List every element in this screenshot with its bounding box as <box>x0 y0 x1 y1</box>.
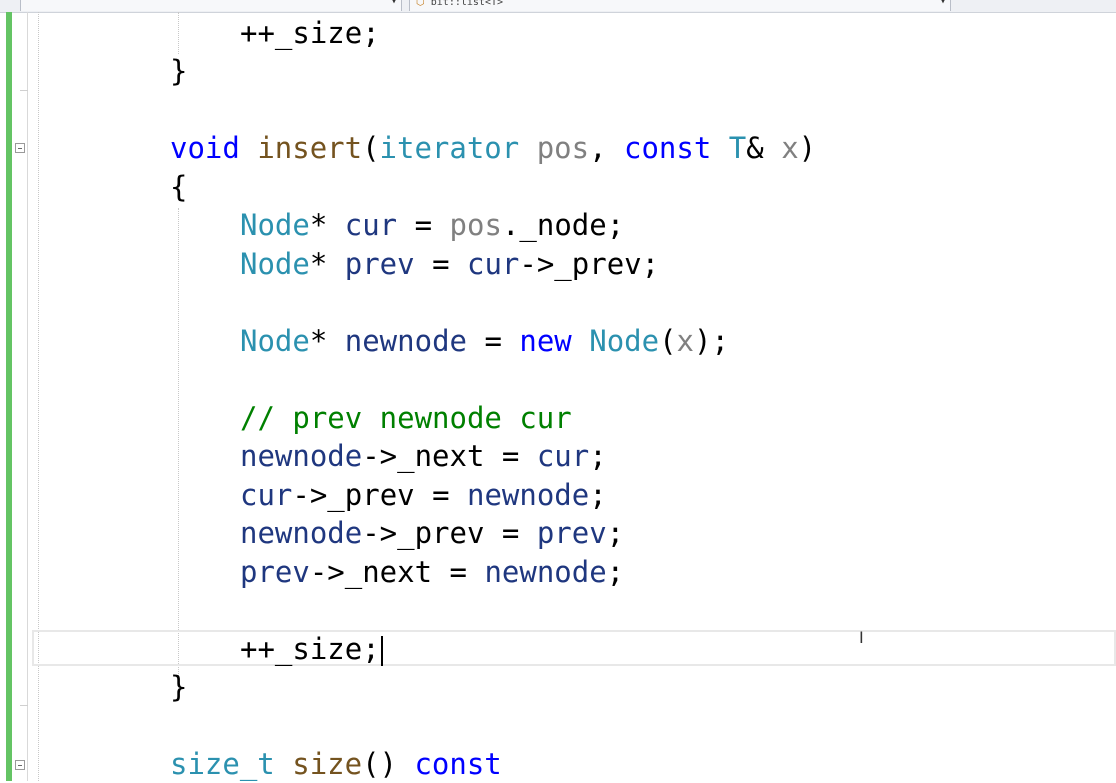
code-line[interactable]: Node* cur = pos._node; <box>240 206 624 244</box>
code-token: & <box>746 131 782 165</box>
chevron-down-icon: ▾ <box>939 0 946 7</box>
code-token: () <box>362 747 415 781</box>
code-token: newnode <box>240 439 363 473</box>
code-token: = <box>397 208 450 242</box>
code-token: x <box>781 131 799 165</box>
code-token: ; <box>589 439 607 473</box>
code-token: ++_size; <box>240 632 380 666</box>
code-line[interactable]: } <box>170 668 187 706</box>
code-token: ; <box>589 478 607 512</box>
code-token: } <box>170 670 188 704</box>
code-line[interactable]: size_t size() const <box>170 745 502 783</box>
code-token: ._node; <box>501 208 625 242</box>
code-line[interactable]: Node* prev = cur->_prev; <box>240 245 659 283</box>
navigation-bar: ▾ ⬡ bit::list<T> ▾ <box>0 0 1116 13</box>
fold-toggle-icon[interactable] <box>15 760 25 770</box>
code-token: * <box>309 247 345 281</box>
indent-guide <box>178 12 179 54</box>
code-token: T <box>728 131 747 165</box>
code-token: cur <box>467 247 520 281</box>
fold-end-marker <box>20 705 28 706</box>
code-token: Node <box>589 324 660 358</box>
code-token: insert <box>257 131 363 165</box>
code-token: prev <box>536 516 607 550</box>
code-token: const <box>624 131 712 165</box>
code-token: cur <box>240 478 293 512</box>
code-line[interactable]: ++_size; <box>240 630 383 668</box>
code-line[interactable]: { <box>170 168 187 206</box>
code-token: newnode <box>344 324 467 358</box>
code-token: void <box>170 131 240 165</box>
code-line[interactable]: cur->_prev = newnode; <box>240 476 607 514</box>
code-token: cur <box>344 208 398 242</box>
text-ibeam-icon: I <box>859 628 864 647</box>
code-token: ->_prev = <box>362 516 537 550</box>
current-line-highlight <box>32 630 1116 666</box>
code-token: const <box>414 747 502 781</box>
class-icon: ⬡ <box>416 0 425 8</box>
scope-dropdown[interactable]: ⬡ bit::list<T> ▾ <box>409 0 951 11</box>
code-token: prev <box>240 555 310 589</box>
code-token: Node <box>240 208 310 242</box>
code-line[interactable]: prev->_next = newnode; <box>240 553 624 591</box>
code-token: = <box>414 247 467 281</box>
code-token: ; <box>606 555 625 589</box>
code-token: cur <box>536 439 590 473</box>
code-token: newnode <box>240 516 363 550</box>
code-token: size_t <box>170 747 275 781</box>
code-token: ( <box>362 131 380 165</box>
code-token: size <box>292 747 363 781</box>
code-token: , <box>589 131 625 165</box>
code-token: ->_prev; <box>519 247 660 281</box>
code-token: ( <box>659 324 677 358</box>
code-token: Node <box>240 324 310 358</box>
text-caret <box>380 636 383 666</box>
indent-guide <box>178 208 179 678</box>
code-line[interactable]: void insert(iterator pos, const T& x) <box>170 129 816 167</box>
code-token: prev <box>344 247 415 281</box>
code-line[interactable]: newnode->_prev = prev; <box>240 514 624 552</box>
code-token: ->_next = <box>362 439 537 473</box>
code-line[interactable]: } <box>170 52 187 90</box>
member-dropdown[interactable]: ▾ <box>20 0 402 11</box>
changed-lines-indicator <box>6 12 12 781</box>
code-token: Node <box>240 247 310 281</box>
code-token: * <box>309 208 345 242</box>
scope-dropdown-value: bit::list<T> <box>430 0 504 8</box>
code-token: iterator <box>379 131 520 165</box>
code-line[interactable]: ++_size; <box>240 14 380 52</box>
code-token: * <box>309 324 345 358</box>
code-token: } <box>170 54 188 88</box>
code-token: new <box>519 324 572 358</box>
code-token: = <box>466 324 520 358</box>
fold-toggle-icon[interactable] <box>15 143 25 153</box>
code-line[interactable]: Node* newnode = new Node(x); <box>240 322 729 360</box>
code-token: ); <box>694 324 729 358</box>
code-token: x <box>676 324 695 358</box>
code-token: ++_size; <box>240 16 380 50</box>
code-token: ; <box>606 516 625 550</box>
code-token: ) <box>798 131 817 165</box>
code-token: newnode <box>467 478 590 512</box>
outlining-margin <box>27 12 28 781</box>
code-token: ->_prev = <box>292 478 467 512</box>
code-token: pos <box>449 208 502 242</box>
code-line[interactable]: newnode->_next = cur; <box>240 437 607 475</box>
code-token: // prev newnode cur <box>240 401 572 435</box>
code-token: { <box>170 170 188 204</box>
code-line[interactable]: // prev newnode cur <box>240 399 572 437</box>
chevron-down-icon: ▾ <box>390 0 397 7</box>
code-token: ->_next = <box>309 555 485 589</box>
code-token: newnode <box>484 555 607 589</box>
fold-end-marker <box>20 90 28 91</box>
code-token: pos <box>536 131 590 165</box>
